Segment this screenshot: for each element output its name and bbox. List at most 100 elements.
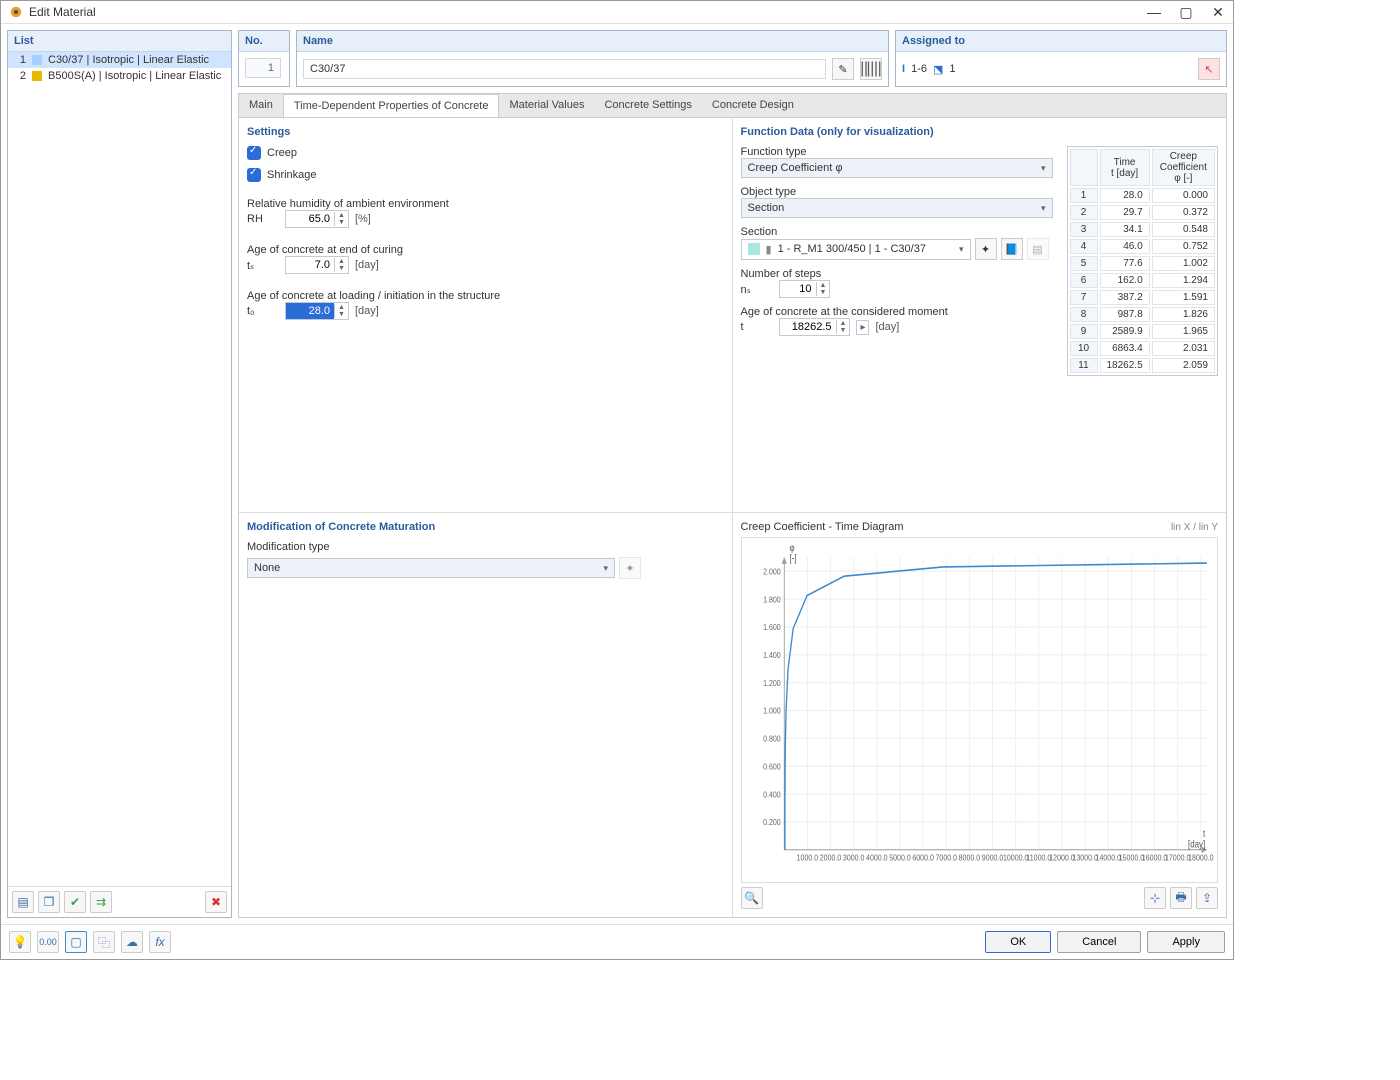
tab-concrete-design[interactable]: Concrete Design [702,94,804,117]
chart-print-button[interactable]: 🖶 [1170,887,1192,909]
section-library-button[interactable]: 📘 [1001,238,1023,260]
section-swatch [748,243,760,255]
cancel-button[interactable]: Cancel [1057,931,1141,953]
table-row[interactable]: 8987.81.826 [1070,307,1216,322]
svg-text:1.200: 1.200 [763,678,781,688]
rh-unit: [%] [355,213,371,225]
tabstrip: Main Time-Dependent Properties of Concre… [238,93,1227,117]
tab-main[interactable]: Main [239,94,283,117]
close-button[interactable]: ✕ [1211,5,1225,19]
section-edit-button[interactable]: ▤ [1027,238,1049,260]
color-swatch [32,55,42,65]
name-label: Name [297,31,888,52]
script-button[interactable]: fx [149,931,171,953]
svg-text:14000.0: 14000.0 [1095,853,1121,863]
list-item[interactable]: 2 B500S(A) | Isotropic | Linear Elastic [8,68,231,84]
svg-text:0.800: 0.800 [763,734,781,744]
assigned-sections: 1-6 [911,63,927,75]
apply-all-button[interactable]: ⇉ [90,891,112,913]
ok-button[interactable]: OK [985,931,1051,953]
table-row[interactable]: 6162.01.294 [1070,273,1216,288]
modification-type-label: Modification type [247,541,724,553]
list-item-no: 1 [12,54,26,66]
section-new-button[interactable]: ✦ [975,238,997,260]
color-swatch [32,71,42,81]
svg-text:[-]: [-] [789,553,796,564]
function-type-label: Function type [741,146,1061,158]
svg-text:6000.0: 6000.0 [912,853,934,863]
shrinkage-label: Shrinkage [267,169,317,181]
rh-input[interactable]: ▲▼ [285,210,349,228]
name-input[interactable]: C30/37 [303,59,826,79]
object-type-dropdown[interactable]: Section▾ [741,198,1053,218]
list-header: List [8,31,231,52]
svg-text:1.400: 1.400 [763,650,781,660]
svg-text:2000.0: 2000.0 [819,853,841,863]
t0-input[interactable]: ▲▼ [285,302,349,320]
table-row[interactable]: 229.70.372 [1070,205,1216,220]
section-label: Section [741,226,1061,238]
age-t-symbol: t [741,321,773,333]
table-row[interactable]: 334.10.548 [1070,222,1216,237]
svg-text:13000.0: 13000.0 [1072,853,1098,863]
tab-material-values[interactable]: Material Values [499,94,594,117]
table-row[interactable]: 1118262.52.059 [1070,358,1216,373]
view-2d-button[interactable]: ▢ [65,931,87,953]
no-value: 1 [245,58,281,78]
svg-text:[day]: [day] [1188,839,1205,850]
svg-text:t: t [1202,828,1205,839]
no-label: No. [239,31,289,52]
svg-text:3000.0: 3000.0 [842,853,864,863]
delete-button[interactable]: ✖ [205,891,227,913]
minimize-button[interactable]: ― [1147,5,1161,19]
table-row[interactable]: 7387.21.591 [1070,290,1216,305]
section-dropdown[interactable]: ▮1 - R_M1 300/450 | 1 - C30/37 ▾ [741,239,971,260]
chart-axis-button[interactable]: ⊹ [1144,887,1166,909]
function-type-dropdown[interactable]: Creep Coefficient φ▾ [741,158,1053,178]
list-item-label: B500S(A) | Isotropic | Linear Elastic [48,70,221,82]
cloud-button[interactable]: ☁ [121,931,143,953]
svg-text:16000.0: 16000.0 [1141,853,1167,863]
new-button[interactable]: ▤ [12,891,34,913]
tab-concrete-settings[interactable]: Concrete Settings [594,94,701,117]
list-item[interactable]: 1 C30/37 | Isotropic | Linear Elastic [8,52,231,68]
age-t-skip[interactable]: ▸ [856,320,869,335]
svg-text:4000.0: 4000.0 [866,853,888,863]
barcode-button[interactable] [860,58,882,80]
tab-time-dependent[interactable]: Time-Dependent Properties of Concrete [283,94,500,118]
svg-text:7000.0: 7000.0 [935,853,957,863]
svg-text:15000.0: 15000.0 [1118,853,1144,863]
help-button[interactable]: 💡 [9,931,31,953]
table-row[interactable]: 446.00.752 [1070,239,1216,254]
rh-label: Relative humidity of ambient environment [247,198,724,210]
table-row[interactable]: 128.00.000 [1070,188,1216,203]
chart-scale-label: lin X / lin Y [1171,522,1218,533]
steps-input[interactable]: ▲▼ [779,280,831,298]
bulk-icon: ⬔ [933,63,943,76]
check-button[interactable]: ✔ [64,891,86,913]
units-button[interactable]: 0.00 [37,931,59,953]
view-tree-button[interactable]: ⿻ [93,931,115,953]
apply-button[interactable]: Apply [1147,931,1225,953]
chart-export-button[interactable]: ⇪ [1196,887,1218,909]
maximize-button[interactable]: ▢ [1179,5,1193,19]
table-row[interactable]: 577.61.002 [1070,256,1216,271]
function-data-table: Timet [day]Creep Coefficientφ [-] 128.00… [1067,146,1219,376]
chart-zoom-button[interactable]: 🔍 [741,887,763,909]
modification-dropdown[interactable]: None▾ [247,558,615,578]
copy-button[interactable]: ❐ [38,891,60,913]
list-item-label: C30/37 | Isotropic | Linear Elastic [48,54,209,66]
ts-input[interactable]: ▲▼ [285,256,349,274]
edit-name-button[interactable]: ✎ [832,58,854,80]
table-row[interactable]: 106863.42.031 [1070,341,1216,356]
settings-header: Settings [247,126,724,138]
creep-checkbox[interactable] [247,146,261,160]
pick-button[interactable]: ↖ [1198,58,1220,80]
svg-text:1.800: 1.800 [763,595,781,605]
window-title: Edit Material [29,5,1147,19]
shrinkage-checkbox[interactable] [247,168,261,182]
modification-new-button[interactable]: ✦ [619,557,641,579]
t0-symbol: t₀ [247,305,279,317]
table-row[interactable]: 92589.91.965 [1070,324,1216,339]
age-t-input[interactable]: ▲▼ [779,318,851,336]
